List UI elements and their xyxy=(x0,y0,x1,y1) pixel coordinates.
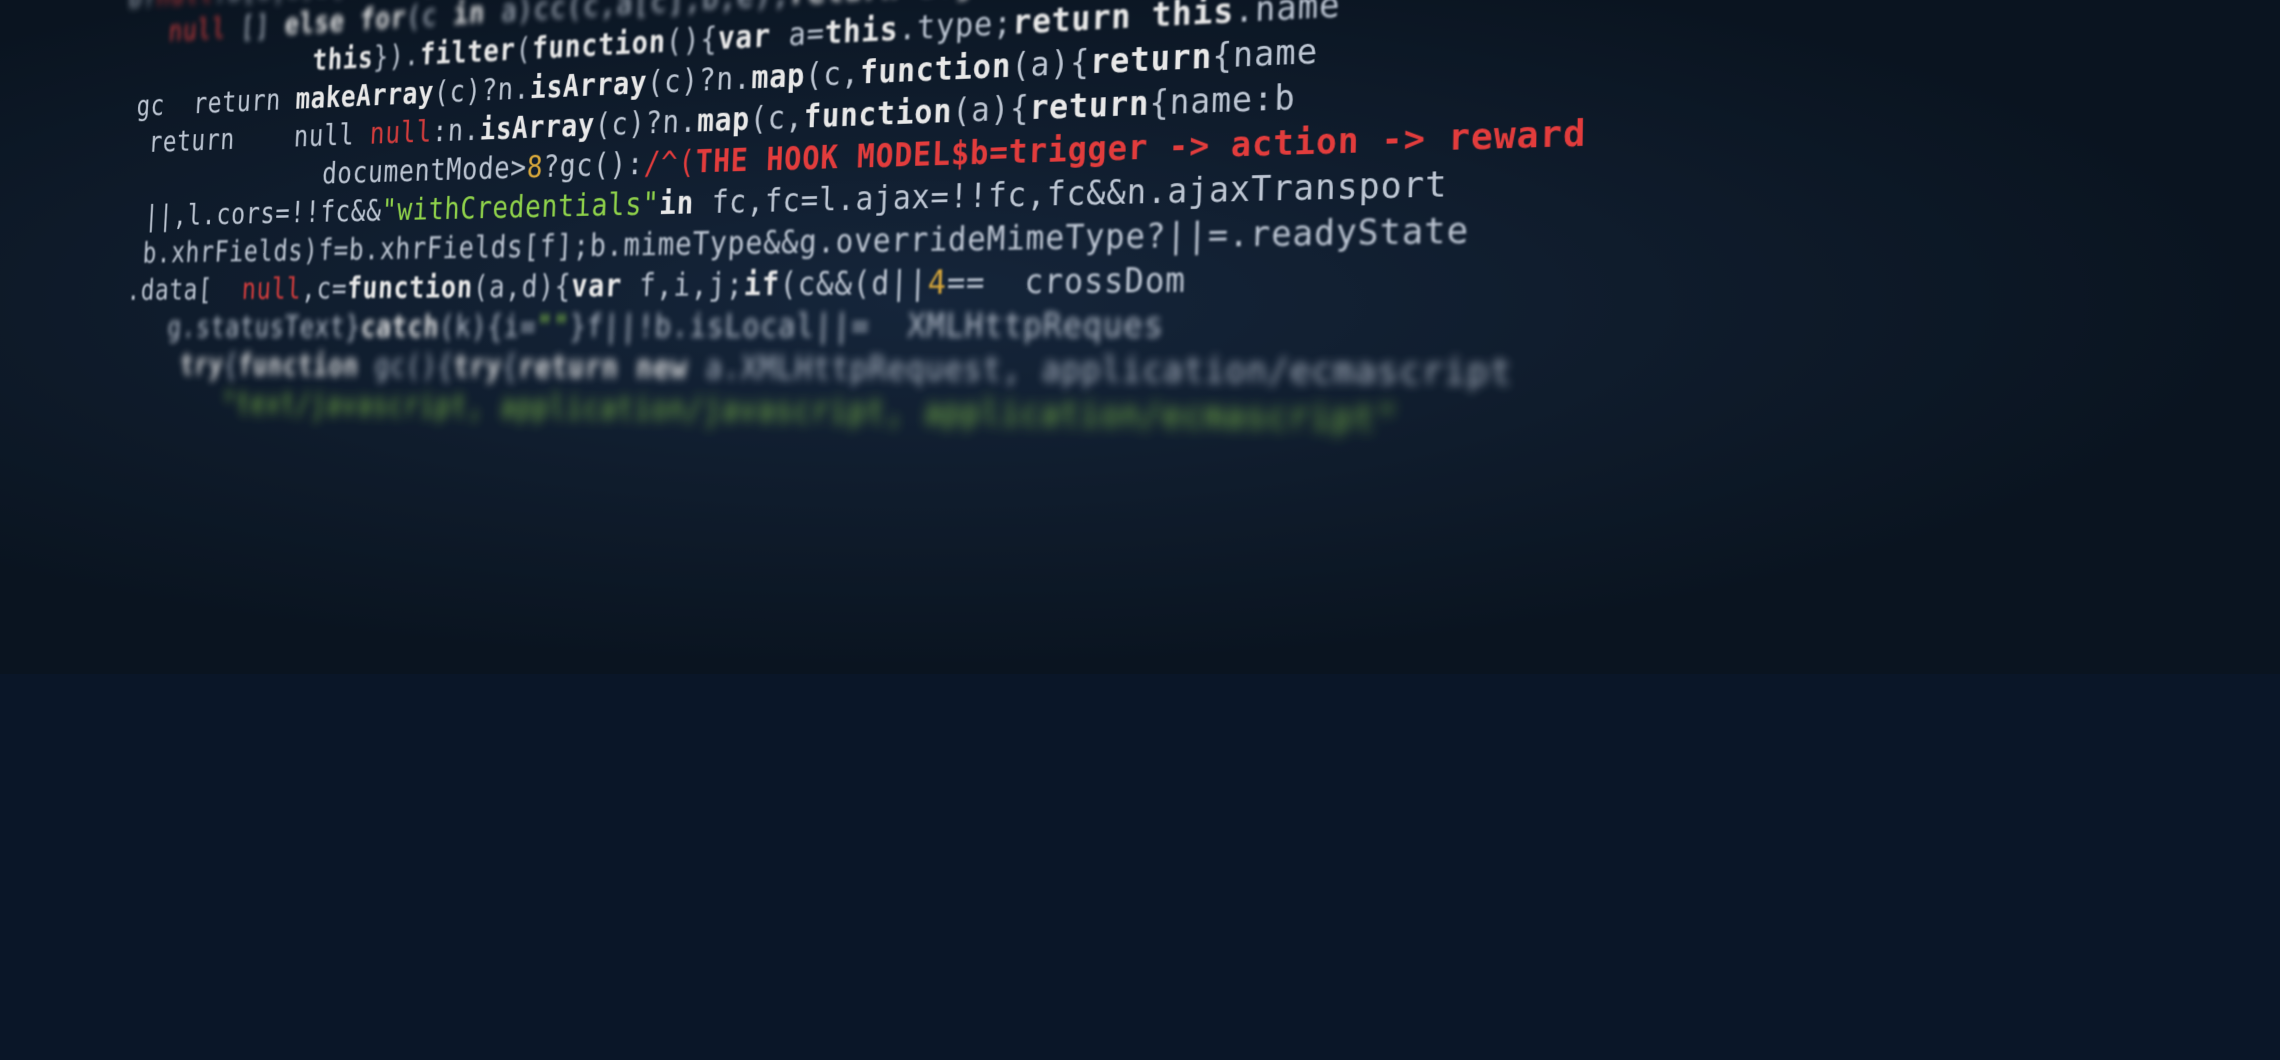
code-token: "text/javascript, application/javascript… xyxy=(221,386,1399,439)
code-token: function xyxy=(237,348,359,383)
code-token: (a){ xyxy=(1011,43,1091,85)
code-token: "withCredentials" xyxy=(381,186,660,228)
code-token: [] xyxy=(225,8,285,45)
code-token: }f||!b.isLocal||= XMLHttpReques xyxy=(569,306,1165,346)
code-token: 8 xyxy=(526,149,544,185)
code-token: return xyxy=(1090,37,1213,82)
code-token: (c&&(d|| xyxy=(779,264,928,303)
code-token xyxy=(108,348,181,382)
code-token: try xyxy=(179,348,224,382)
code-token: /^( xyxy=(643,144,696,182)
code-photograph: each(function(c){|so.test(c)||"*"(a[a,e,… xyxy=(0,0,2280,674)
code-token: return xyxy=(1029,84,1150,128)
code-token: .name xyxy=(1234,0,1363,31)
code-token: function xyxy=(531,24,666,67)
code-token: catch xyxy=(360,309,440,344)
code-token: }). xyxy=(373,38,421,75)
code-token: in xyxy=(452,0,485,32)
code-token: map xyxy=(751,57,806,96)
code-token: ,c= xyxy=(301,271,348,306)
code-token: (c xyxy=(405,0,454,35)
code-token: try xyxy=(453,349,503,385)
code-token: ||,l.cors=!!fc&& xyxy=(116,194,383,234)
code-token: b? xyxy=(128,0,158,14)
code-token: { xyxy=(501,349,519,385)
code-token: return new xyxy=(518,349,689,386)
code-token: (c)?n. xyxy=(594,103,698,143)
code-token xyxy=(106,385,222,420)
code-token: "" xyxy=(536,309,571,345)
code-token: (c, xyxy=(749,99,804,138)
code-token: this xyxy=(312,40,374,77)
code-token: null xyxy=(168,12,227,48)
code-token: (c)?n. xyxy=(646,60,752,101)
code-token: var xyxy=(571,268,623,305)
code-token: filter xyxy=(419,32,516,72)
code-token: .type; xyxy=(898,4,1013,48)
code-token: .data[ xyxy=(112,273,243,307)
code-token xyxy=(1586,112,1610,155)
code-token: null xyxy=(241,272,302,306)
code-token: makeArray xyxy=(295,76,435,117)
code-token: f,i,j; xyxy=(621,266,744,304)
code-token: g.statusText} xyxy=(110,310,362,345)
code-token: isArray xyxy=(529,65,647,106)
code-token: else for xyxy=(284,0,407,41)
code-token: {name:b xyxy=(1149,77,1318,123)
code-surface: each(function(c){|so.test(c)||"*"(a[a,e,… xyxy=(87,0,2280,1014)
code-token: :n. xyxy=(431,112,480,149)
code-token: == crossDom xyxy=(946,261,1186,302)
code-token: ?gc(): xyxy=(542,146,644,185)
code-token: (a){ xyxy=(952,89,1030,130)
code-token: isArray xyxy=(479,107,595,147)
code-token: (c, xyxy=(805,54,861,94)
code-token: 4 xyxy=(927,264,947,303)
code-token: var xyxy=(717,18,771,57)
code-token: ( xyxy=(515,31,533,67)
code-token: gc return xyxy=(122,83,297,124)
code-token: a.XMLHttpRequest, application/ecmascript xyxy=(687,349,1513,393)
code-token: map xyxy=(697,101,751,140)
code-token: (c)?n. xyxy=(433,71,531,110)
code-token: a= xyxy=(770,15,825,55)
code-token: (){ xyxy=(665,21,718,60)
code-token: function xyxy=(859,47,1012,92)
code-token: (a,d){ xyxy=(472,268,572,305)
code-token: this xyxy=(824,10,899,51)
code-token: return null xyxy=(120,117,371,160)
code-token: {name xyxy=(1212,30,1340,76)
code-token: null xyxy=(369,114,433,151)
code-token: if xyxy=(743,266,780,304)
code-token: (k){i= xyxy=(438,309,537,345)
code-token: in xyxy=(659,185,695,222)
code-token xyxy=(126,16,170,51)
code-token: function xyxy=(346,270,473,306)
code-token: gc(){ xyxy=(358,349,454,385)
code-token: function xyxy=(803,92,953,135)
